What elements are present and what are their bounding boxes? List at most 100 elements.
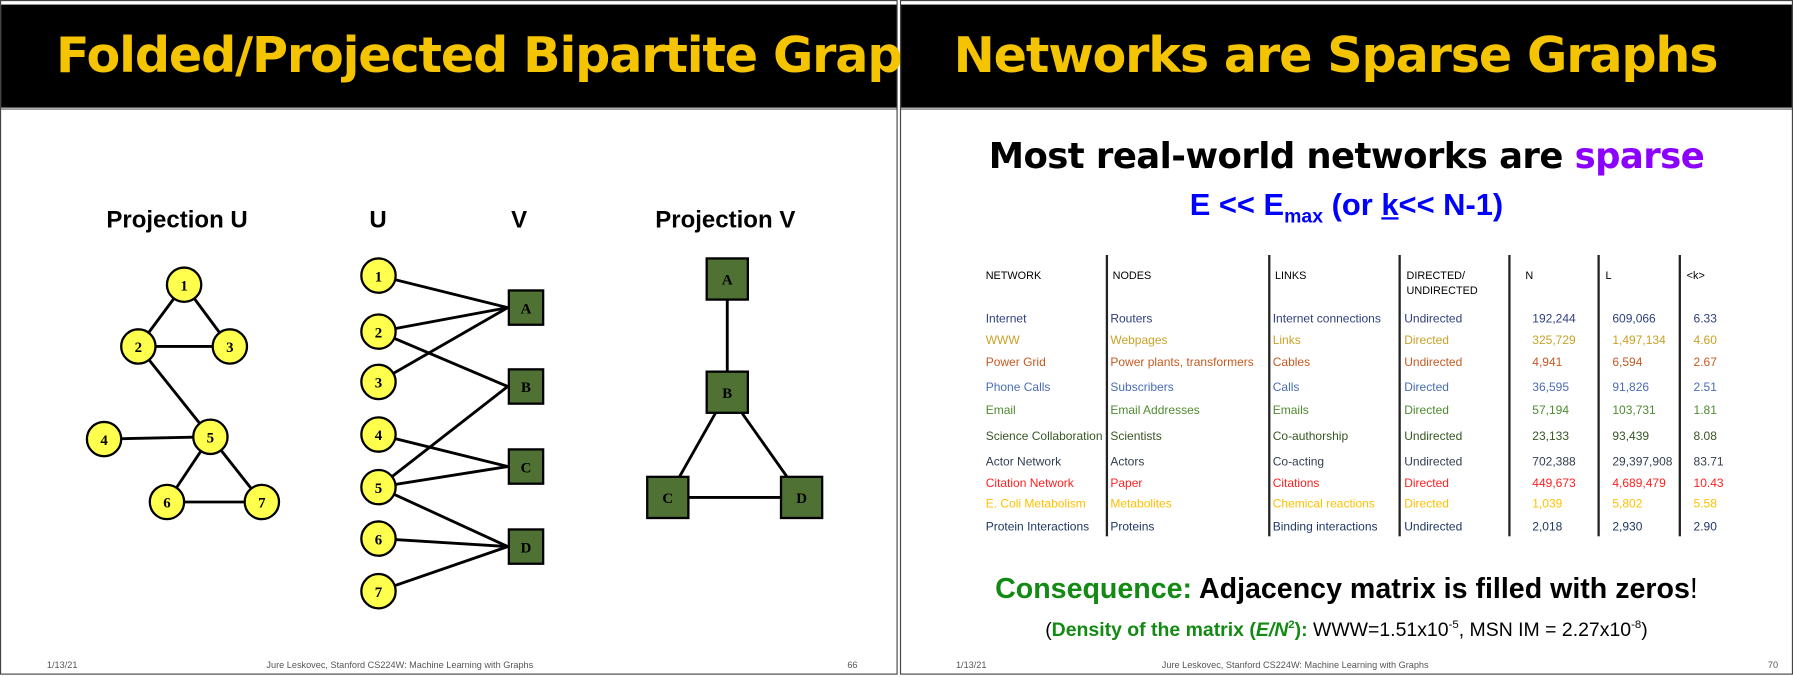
table-cell: WWW [985, 333, 1020, 348]
table-cell: Citation Network [985, 476, 1074, 491]
table-cell: Emails [1272, 403, 1309, 418]
density-note: (Density of the matrix (E/N2): WWW=1.51x… [901, 619, 1792, 642]
footer-date: 1/13/21 [955, 659, 987, 671]
table-cell: 91,826 [1612, 380, 1650, 395]
formula-emax: E [1263, 187, 1285, 222]
node-label: C [521, 460, 532, 476]
density-label: Density of the matrix ( [1051, 618, 1256, 641]
footer-date: 1/13/21 [46, 659, 78, 671]
density-close: ): [1294, 618, 1308, 641]
node-label: 5 [207, 431, 214, 447]
table-cell: Undirected [1404, 355, 1463, 370]
table-cell: Co-authorship [1272, 429, 1349, 444]
table-cell: 1,039 [1532, 497, 1563, 512]
table-cell: Routers [1110, 312, 1153, 326]
table-cell: 2.90 [1693, 520, 1717, 535]
formula-or: (or [1323, 187, 1382, 222]
node-label: 1 [375, 269, 382, 285]
table-header: NETWORK [985, 269, 1042, 283]
table-cell: Email Addresses [1110, 403, 1200, 418]
table-cell: 5.58 [1693, 497, 1717, 512]
consequence-label: Consequence: [995, 572, 1193, 605]
table-divider [1678, 255, 1681, 537]
table-cell: Calls [1272, 380, 1300, 395]
table-divider [1398, 255, 1401, 537]
consequence-text: Adjacency matrix is filled with zeros [1192, 572, 1690, 605]
table-cell: 449,673 [1532, 476, 1576, 491]
graph-edge [378, 274, 509, 309]
node-label: 6 [163, 496, 170, 512]
footer-credit: Jure Leskovec, Stanford CS224W: Machine … [266, 659, 534, 671]
table-cell: 57,194 [1532, 403, 1570, 418]
node-label: D [521, 540, 532, 556]
graph-edge [377, 330, 509, 388]
node-label: B [521, 380, 531, 396]
table-cell: Power Grid [985, 355, 1046, 370]
table-cell: 6,594 [1612, 355, 1643, 370]
node-label: 2 [375, 325, 382, 341]
node-label: 5 [375, 481, 382, 497]
node-label: D [796, 491, 807, 507]
table-cell: Directed [1404, 333, 1449, 348]
graph-edge [377, 385, 509, 489]
graph-edge [377, 485, 509, 548]
formula: E << Emax (or k<< N-1) [901, 188, 1792, 228]
table-cell: Undirected [1404, 312, 1463, 326]
table-cell: Actors [1110, 455, 1145, 469]
table-cell: 325,729 [1532, 333, 1576, 348]
formula-rest: << N-1) [1398, 187, 1504, 222]
table-cell: Citations [1272, 476, 1320, 491]
table-cell: Metabolites [1110, 497, 1172, 512]
table-cell: 2.67 [1693, 355, 1717, 370]
node-label: 3 [226, 340, 233, 356]
node-label: C [662, 491, 673, 507]
table-cell: 1,497,134 [1612, 333, 1666, 348]
table-cell: Directed [1404, 476, 1449, 491]
table-cell: 2,930 [1612, 520, 1643, 535]
table-cell: 1.81 [1693, 403, 1717, 418]
headline: Most real-world networks are sparse [901, 136, 1792, 177]
density-www-exp: -5 [1448, 619, 1459, 632]
density-formula: E/N [1255, 618, 1289, 641]
table-cell: Binding interactions [1272, 520, 1378, 535]
table-cell: Power plants, transformers [1110, 355, 1254, 370]
table-divider [1105, 255, 1108, 537]
table-cell: 4.60 [1693, 333, 1717, 348]
table-divider [1597, 255, 1600, 537]
slide-title: Networks are Sparse Graphs [953, 27, 1719, 85]
table-cell: Science Collaboration [985, 429, 1103, 444]
table-header: DIRECTED/ UNDIRECTED [1406, 269, 1478, 298]
node-label: 6 [375, 532, 382, 548]
table-divider [1508, 255, 1510, 537]
node-label: B [722, 386, 732, 402]
table-cell: Directed [1404, 380, 1449, 395]
footer-credit: Jure Leskovec, Stanford CS224W: Machine … [1161, 659, 1429, 671]
node-label: 4 [100, 433, 108, 449]
headline-sparse: sparse [1574, 136, 1705, 178]
table-header: N [1525, 269, 1534, 283]
table-cell: Internet connections [1272, 312, 1381, 326]
table-cell: 29,397,908 [1612, 455, 1673, 469]
table-cell: Cables [1272, 355, 1311, 370]
slide-header: Networks are Sparse Graphs [901, 4, 1792, 110]
table-cell: Email [985, 403, 1016, 418]
table-cell: 93,439 [1612, 429, 1650, 444]
consequence: Consequence: Adjacency matrix is filled … [901, 573, 1792, 606]
node-label: A [521, 301, 532, 317]
table-cell: 10.43 [1693, 476, 1724, 491]
table-cell: Co-acting [1272, 455, 1325, 469]
table-cell: 83.71 [1693, 455, 1724, 469]
table-cell: 702,388 [1532, 455, 1576, 469]
node-label: 3 [375, 376, 382, 392]
table-cell: 23,133 [1532, 429, 1570, 444]
table-header: <k> [1686, 269, 1705, 283]
table-cell: 192,244 [1532, 312, 1576, 326]
table-cell: 5,802 [1612, 497, 1643, 512]
slide-folded-bipartite: Folded/Projected Bipartite Graphs Projec… [0, 0, 965, 675]
table-cell: E. Coli Metabolism [985, 497, 1086, 512]
footer-page: 66 [847, 659, 858, 671]
paren: ) [1641, 618, 1648, 641]
table-cell: Protein Interactions [985, 520, 1090, 535]
table-cell: Paper [1110, 476, 1143, 491]
node-label: A [722, 273, 733, 289]
